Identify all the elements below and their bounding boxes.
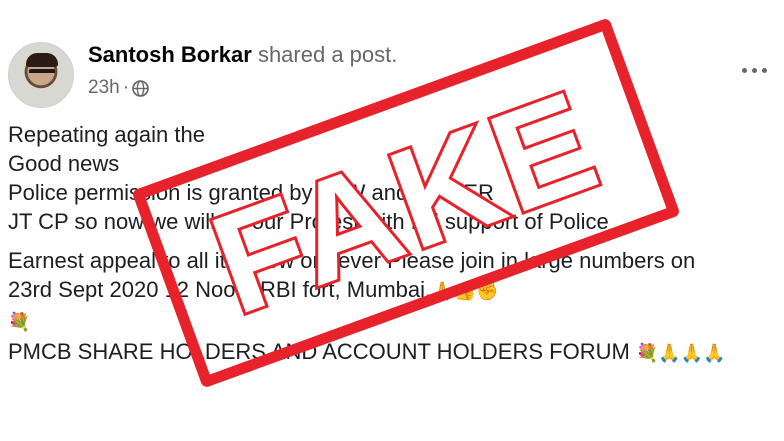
post-line: Good news bbox=[8, 151, 120, 176]
post-line: 💐 bbox=[8, 306, 726, 337]
more-options-icon[interactable] bbox=[742, 62, 772, 78]
post-line: 23rd Sept 2020 12 Noon. RBI fort, Mumbai… bbox=[8, 275, 726, 306]
globe-icon[interactable] bbox=[132, 79, 149, 97]
facebook-post: Santosh Borkar shared a post. 23h · Repe… bbox=[0, 0, 784, 441]
post-body: Repeating again the Good news Police per… bbox=[8, 120, 726, 368]
avatar[interactable] bbox=[8, 42, 74, 108]
forum-text: PMCB SHARE HOLDERS AND ACCOUNT HOLDERS F… bbox=[8, 339, 630, 364]
author-name[interactable]: Santosh Borkar bbox=[88, 42, 252, 67]
post-timestamp[interactable]: 23h bbox=[88, 77, 120, 99]
post-line: JT CP so now we will do our Protest with… bbox=[8, 209, 622, 234]
post-line: Earnest appeal to all it is now or never… bbox=[8, 248, 696, 273]
post-meta: 23h · bbox=[88, 77, 149, 99]
pray-thumbs-fist-emoji: 🙏👍✊ bbox=[431, 281, 499, 302]
avatar-hair bbox=[26, 53, 58, 67]
post-line: PMCB SHARE HOLDERS AND ACCOUNT HOLDERS F… bbox=[8, 337, 726, 368]
post-header: Santosh Borkar shared a post. bbox=[88, 42, 397, 68]
separator-dot: · bbox=[122, 77, 130, 98]
post-line: Police permission is granted by LAW and … bbox=[8, 180, 494, 205]
shared-action-text: shared a post. bbox=[251, 42, 398, 67]
post-line: Repeating again the bbox=[8, 122, 205, 147]
appeal-date-text: 23rd Sept 2020 12 Noon. RBI fort, Mumbai… bbox=[8, 277, 432, 302]
avatar-glasses bbox=[29, 69, 55, 76]
bouquet-emoji: 💐 bbox=[8, 312, 31, 333]
bouquet-pray-emoji: 💐🙏🙏🙏 bbox=[635, 343, 726, 364]
